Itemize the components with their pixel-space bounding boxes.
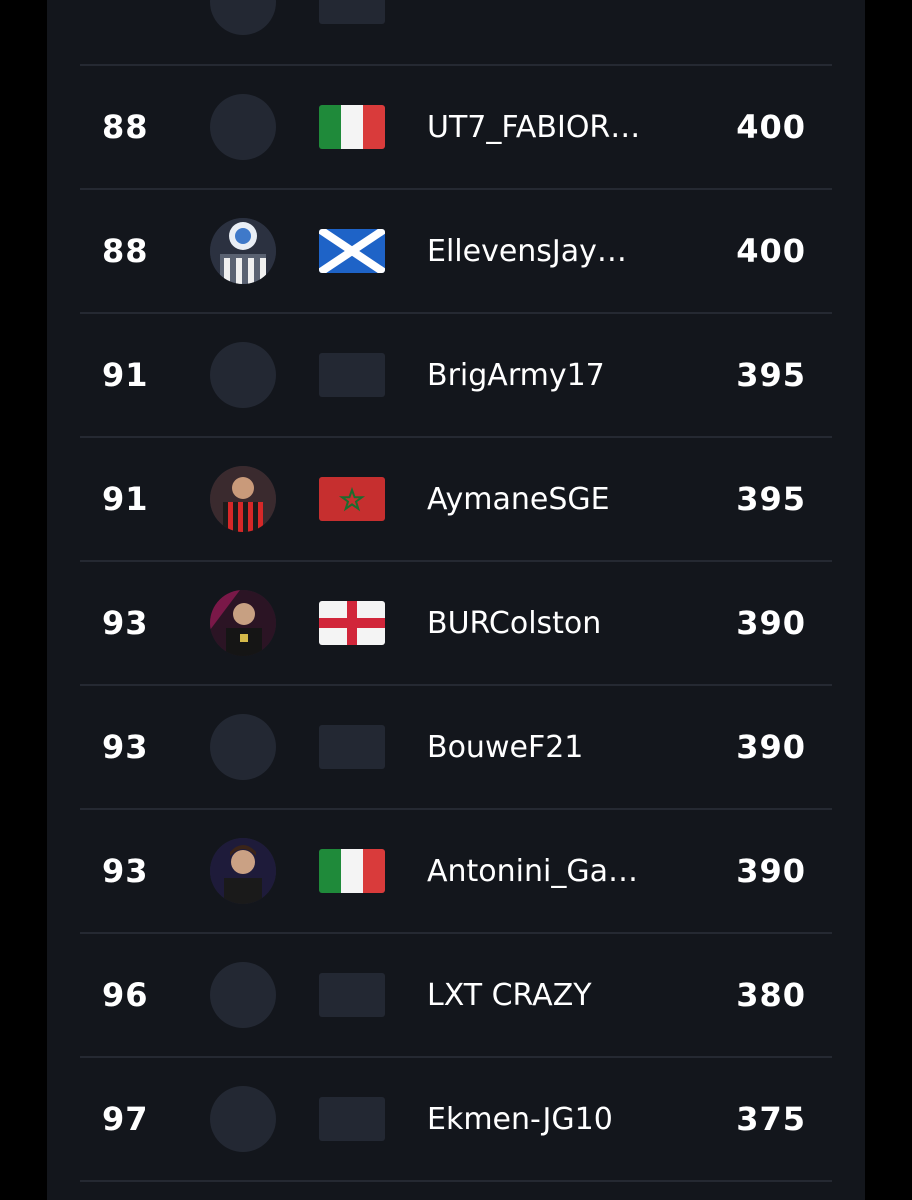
avatar-placeholder-icon [210, 962, 276, 1028]
flag-placeholder-icon [319, 353, 385, 397]
points: 400 [736, 232, 806, 270]
player-avatar-icon [210, 466, 276, 532]
flag-placeholder-icon [319, 1097, 385, 1141]
avatar-placeholder-icon [210, 1086, 276, 1152]
player-name[interactable]: LXT CRAZY [427, 934, 667, 1056]
player-name[interactable]: AymaneSGE [427, 438, 667, 560]
player-avatar-icon [210, 838, 276, 904]
player-name[interactable]: UT7_FABIOR… [427, 66, 667, 188]
rank: 93 [102, 852, 149, 890]
player-name[interactable]: Antonini_Ga… [427, 810, 667, 932]
flag-placeholder-icon [319, 973, 385, 1017]
avatar-placeholder-icon [210, 714, 276, 780]
rank: 93 [102, 604, 149, 642]
table-row[interactable]: 93 BURColston 390 [80, 562, 832, 686]
italy-flag-icon [319, 849, 385, 893]
table-row[interactable]: 88 UT7_FABIOR… 400 [80, 66, 832, 190]
rank: 91 [102, 356, 149, 394]
points: 380 [736, 976, 806, 1014]
player-name[interactable]: Ekmen-JG10 [427, 1058, 667, 1180]
points: 395 [736, 480, 806, 518]
rank: 96 [102, 976, 149, 1014]
player-name[interactable]: BrigArmy17 [427, 314, 667, 436]
table-row[interactable]: 97 Ekmen-JG10 375 [80, 1058, 832, 1182]
italy-flag-icon [319, 105, 385, 149]
table-row[interactable]: 96 LXT CRAZY 380 [80, 934, 832, 1058]
points: 400 [736, 108, 806, 146]
points: 390 [736, 604, 806, 642]
table-row[interactable]: 93 BouweF21 390 [80, 686, 832, 810]
rank: 91 [102, 480, 149, 518]
table-row-partial[interactable] [80, 0, 832, 66]
flag-placeholder-icon [319, 0, 385, 24]
table-row[interactable]: 91 AymaneSGE 395 [80, 438, 832, 562]
table-row[interactable]: 88 EllevensJay… 400 [80, 190, 832, 314]
flag-placeholder-icon [319, 725, 385, 769]
table-row[interactable]: 93 Antonini_Ga… 390 [80, 810, 832, 934]
player-avatar-icon [210, 218, 276, 284]
player-name[interactable]: BouweF21 [427, 686, 667, 808]
rank: 93 [102, 728, 149, 766]
player-name[interactable]: EllevensJay… [427, 190, 667, 312]
avatar-placeholder-icon [210, 0, 276, 35]
player-avatar-icon [210, 590, 276, 656]
points: 390 [736, 852, 806, 890]
rank: 88 [102, 232, 149, 270]
table-row[interactable]: 91 BrigArmy17 395 [80, 314, 832, 438]
england-flag-icon [319, 601, 385, 645]
points: 395 [736, 356, 806, 394]
leaderboard-list: 88 UT7_FABIOR… 400 88 EllevensJay… 400 9… [80, 0, 832, 1182]
points: 375 [736, 1100, 806, 1138]
morocco-flag-icon [319, 477, 385, 521]
avatar-placeholder-icon [210, 94, 276, 160]
avatar-placeholder-icon [210, 342, 276, 408]
player-name[interactable]: BURColston [427, 562, 667, 684]
rank: 97 [102, 1100, 149, 1138]
points: 390 [736, 728, 806, 766]
rank: 88 [102, 108, 149, 146]
scotland-flag-icon [319, 229, 385, 273]
